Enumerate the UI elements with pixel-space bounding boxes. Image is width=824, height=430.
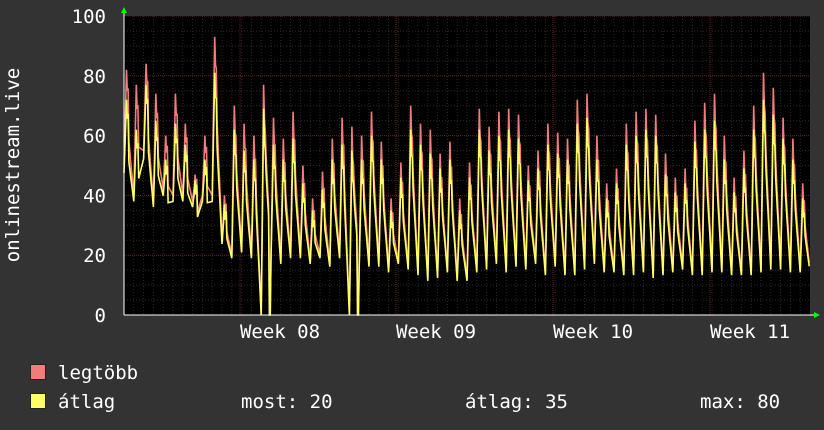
chart-area: 0 20 40 60 80 100 Week 08 Week 09 Week 10 Week 11… — [0, 0, 824, 340]
line-chart: 0 20 40 60 80 100 Week 08 Week 09 Week 10 Week 11… — [2, 6, 820, 340]
legend-swatch-avg — [30, 393, 46, 409]
x-tick-label: Week 11 — [710, 321, 790, 340]
legend-label-avg: átlag — [58, 391, 116, 413]
y-tick-label: 40 — [83, 185, 106, 207]
y-axis-label: onlinestream.live — [2, 68, 24, 262]
stat-max: max: 80 — [700, 391, 781, 413]
y-tick-label: 0 — [95, 305, 106, 327]
legend-item-avg: átlag most: 20 átlag: 35 max: 80 — [30, 391, 824, 413]
y-tick-label: 20 — [83, 245, 106, 267]
stat-average: átlag: 35 — [465, 391, 568, 413]
y-tick-label: 100 — [72, 6, 106, 28]
x-tick-label: Week 10 — [553, 321, 633, 340]
y-tick-label: 60 — [83, 126, 106, 148]
y-axis-arrow — [121, 7, 127, 13]
stat-current: most: 20 — [241, 391, 333, 413]
x-tick-label: Week 09 — [396, 321, 476, 340]
y-tick-label: 80 — [83, 66, 106, 88]
legend-swatch-max — [30, 364, 46, 380]
x-tick-label: Week 08 — [240, 321, 320, 340]
legend-label-max: legtöbb — [58, 362, 139, 384]
legend-item-max: legtöbb — [30, 362, 138, 384]
x-axis-arrow — [814, 312, 820, 318]
